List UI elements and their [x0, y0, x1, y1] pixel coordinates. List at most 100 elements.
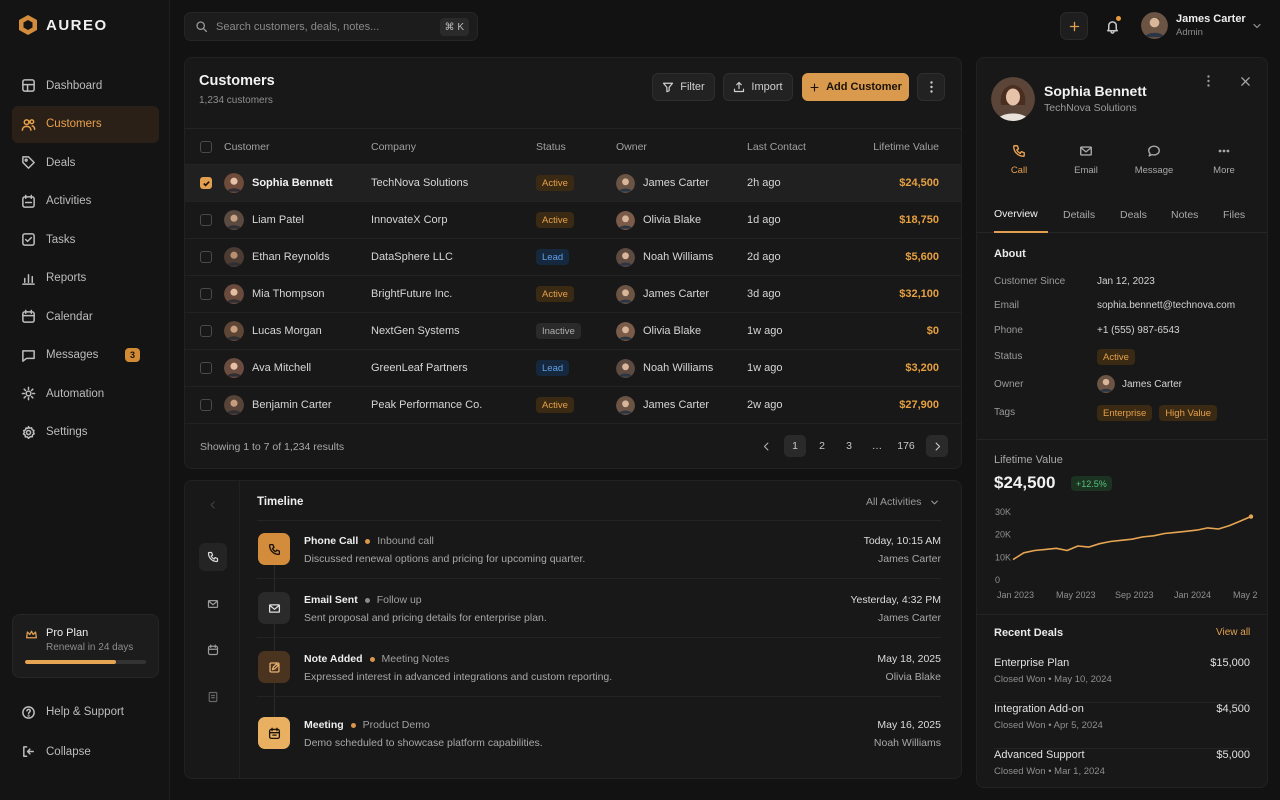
gear-icon: [22, 425, 35, 439]
quick-add-button[interactable]: [1060, 12, 1088, 40]
column-header-lifetime-value[interactable]: Lifetime Value: [873, 129, 939, 164]
logo[interactable]: AUREO: [18, 14, 108, 36]
tab-details[interactable]: Details: [1063, 197, 1095, 233]
column-header-customer[interactable]: Customer: [224, 129, 270, 164]
close-panel-button[interactable]: [1239, 75, 1252, 88]
message-action-button[interactable]: Message: [1124, 144, 1184, 176]
table-row[interactable]: Mia Thompson BrightFuture Inc. Active James…: [185, 276, 961, 313]
sidebar-item-messages[interactable]: Messages 3: [12, 337, 159, 374]
rail-calendar-button[interactable]: [199, 636, 227, 664]
timeline-item-type: Email Sent: [304, 594, 358, 606]
page-button-last[interactable]: 176: [895, 435, 917, 457]
row-checkbox[interactable]: [200, 177, 212, 189]
row-checkbox[interactable]: [200, 399, 212, 411]
tab-overview[interactable]: Overview: [994, 197, 1048, 233]
tag-chip[interactable]: High Value: [1159, 405, 1218, 421]
timeline-item[interactable]: Phone Call Inbound call Discussed renewal…: [257, 533, 941, 579]
timeline-item-description: Expressed interest in advanced integrati…: [304, 671, 613, 683]
detail-more-button[interactable]: [1207, 75, 1210, 87]
import-button[interactable]: Import: [723, 73, 793, 101]
phone-value[interactable]: +1 (555) 987-6543: [1097, 325, 1180, 336]
row-checkbox[interactable]: [200, 214, 212, 226]
column-header-owner[interactable]: Owner: [616, 129, 647, 164]
customer-name[interactable]: Liam Patel: [252, 214, 304, 226]
row-checkbox[interactable]: [200, 325, 212, 337]
sidebar-item-automation[interactable]: Automation: [12, 375, 159, 412]
table-row[interactable]: Lucas Morgan NextGen Systems Inactive Olivi…: [185, 313, 961, 350]
table-row[interactable]: Benjamin Carter Peak Performance Co. Activ…: [185, 387, 961, 424]
tab-notes[interactable]: Notes: [1171, 197, 1198, 233]
timeline-item[interactable]: Meeting Product Demo Demo scheduled to sh…: [257, 717, 941, 763]
row-checkbox[interactable]: [200, 362, 212, 374]
rail-notes-button[interactable]: [199, 683, 227, 711]
deal-item[interactable]: Advanced Support Closed Won • Mar 1, 202…: [994, 749, 1250, 795]
page-button-2[interactable]: 2: [811, 435, 833, 457]
upload-icon: [734, 81, 745, 93]
timeline-item[interactable]: Note Added Meeting Notes Expressed intere…: [257, 651, 941, 697]
sidebar-item-calendar[interactable]: Calendar: [12, 298, 159, 335]
customer-name[interactable]: Ethan Reynolds: [252, 251, 330, 263]
customer-name[interactable]: Mia Thompson: [252, 288, 325, 300]
row-checkbox[interactable]: [200, 288, 212, 300]
last-contact-cell: 2h ago: [747, 177, 781, 189]
tab-files[interactable]: Files: [1223, 197, 1245, 233]
customer-name[interactable]: Ava Mitchell: [252, 362, 311, 374]
more-options-button[interactable]: [917, 73, 945, 101]
sidebar-item-reports[interactable]: Reports: [12, 260, 159, 297]
add-customer-button[interactable]: Add Customer: [802, 73, 909, 101]
email-value[interactable]: sophia.bennett@technova.com: [1097, 300, 1235, 311]
bar-chart-icon: [22, 273, 35, 285]
tag-chip[interactable]: Enterprise: [1097, 405, 1153, 421]
column-header-last-contact[interactable]: Last Contact: [747, 129, 806, 164]
row-checkbox[interactable]: [200, 251, 212, 263]
customer-name[interactable]: Sophia Bennett: [252, 177, 333, 189]
plan-card[interactable]: Pro Plan Renewal in 24 days: [12, 614, 159, 678]
customer-name[interactable]: Lucas Morgan: [252, 325, 322, 337]
deal-item[interactable]: Enterprise Plan Closed Won • May 10, 202…: [994, 657, 1250, 703]
sidebar-item-settings[interactable]: Settings: [12, 414, 159, 451]
search-bar[interactable]: ⌘ K: [184, 12, 478, 41]
page-button-3[interactable]: 3: [838, 435, 860, 457]
deal-item[interactable]: Integration Add-on Closed Won • Apr 5, 2…: [994, 703, 1250, 749]
sidebar-item-tasks[interactable]: Tasks: [12, 221, 159, 258]
search-shortcut: ⌘ K: [439, 18, 469, 36]
company-cell: Peak Performance Co.: [371, 399, 483, 411]
table-row[interactable]: Sophia Bennett TechNova Solutions Active Ja…: [185, 165, 961, 202]
sidebar-item-customers[interactable]: Customers: [12, 105, 159, 143]
timeline-item[interactable]: Email Sent Follow up Sent proposal and pr…: [257, 592, 941, 638]
filter-label: Filter: [680, 81, 705, 93]
rail-calls-button[interactable]: [199, 543, 227, 571]
rail-collapse-button[interactable]: [199, 491, 227, 519]
notifications-button[interactable]: [1098, 12, 1126, 40]
sidebar-item-dashboard[interactable]: Dashboard: [12, 67, 159, 104]
column-header-company[interactable]: Company: [371, 129, 416, 164]
sidebar-item-deals[interactable]: Deals: [12, 144, 159, 181]
table-row[interactable]: Liam Patel InnovateX Corp Active Olivia Bla…: [185, 202, 961, 239]
column-header-status[interactable]: Status: [536, 129, 566, 164]
prev-page-button[interactable]: [755, 435, 777, 457]
rail-email-button[interactable]: [199, 590, 227, 618]
filter-button[interactable]: Filter: [652, 73, 715, 101]
view-all-link[interactable]: View all: [1216, 627, 1250, 638]
activity-filter-label: All Activities: [866, 496, 922, 508]
owner-name: James Carter: [1122, 378, 1183, 390]
sidebar-item-collapse[interactable]: Collapse: [12, 733, 159, 771]
user-menu[interactable]: James Carter Admin: [1141, 12, 1261, 39]
search-input[interactable]: [216, 20, 436, 33]
deal-meta: Closed Won • May 10, 2024: [994, 674, 1112, 685]
more-action-button[interactable]: More: [1194, 144, 1254, 176]
tab-deals[interactable]: Deals: [1120, 197, 1147, 233]
select-all-checkbox[interactable]: [200, 140, 212, 153]
message-icon: [22, 349, 35, 362]
sidebar-item-help[interactable]: Help & Support: [12, 693, 159, 731]
call-action-button[interactable]: Call: [989, 144, 1049, 176]
sidebar-item-activities[interactable]: Activities: [12, 183, 159, 220]
last-contact-cell: 1w ago: [747, 325, 783, 337]
page-button-1[interactable]: 1: [784, 435, 806, 457]
table-row[interactable]: Ethan Reynolds DataSphere LLC Lead Noah Wil…: [185, 239, 961, 276]
customer-name[interactable]: Benjamin Carter: [252, 399, 331, 411]
email-action-button[interactable]: Email: [1056, 144, 1116, 176]
next-page-button[interactable]: [926, 435, 948, 457]
table-row[interactable]: Ava Mitchell GreenLeaf Partners Lead Noah W…: [185, 350, 961, 387]
activity-filter-dropdown[interactable]: All Activities: [866, 496, 940, 508]
